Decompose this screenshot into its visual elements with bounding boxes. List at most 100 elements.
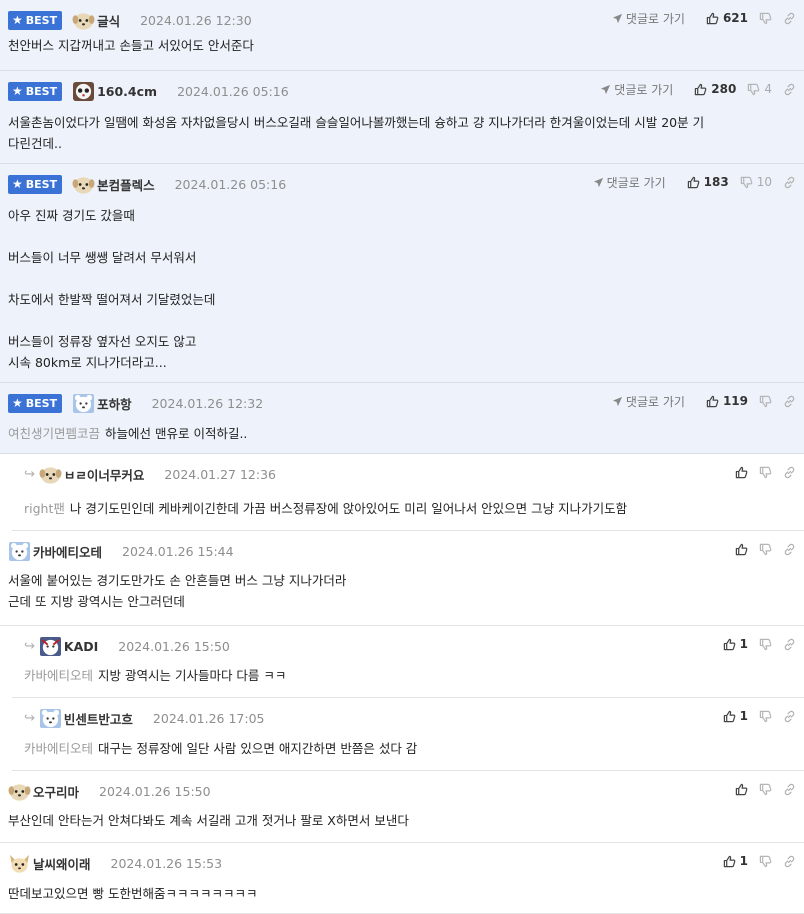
send-arrow-icon	[612, 396, 626, 407]
copy-link-button[interactable]	[783, 176, 796, 189]
best-label: BEST	[25, 13, 58, 27]
link-icon	[783, 710, 796, 723]
thumbs-up-icon	[723, 855, 736, 868]
mention-tag[interactable]: 여친생기면펨코끔	[8, 426, 100, 441]
avatar[interactable]	[39, 708, 62, 729]
author-nickname[interactable]: 날씨왜이래	[33, 854, 91, 873]
dislike-button[interactable]	[759, 466, 772, 479]
copy-link-button[interactable]	[783, 395, 796, 408]
reply-to-label: 댓글로 가기	[614, 82, 674, 97]
comment-line-text: 부산인데 안타는거 안쳐다봐도 계속 서길래 고개 젓거나 팔로 X하면서 보낸…	[8, 813, 409, 828]
avatar[interactable]	[8, 781, 31, 802]
copy-link-button[interactable]	[783, 855, 796, 868]
dislike-button[interactable]	[759, 543, 772, 556]
like-button[interactable]: 280	[694, 82, 736, 96]
dislike-button[interactable]	[759, 783, 772, 796]
copy-link-button[interactable]	[783, 83, 796, 96]
avatar[interactable]	[39, 464, 62, 485]
dislike-count: 4	[764, 82, 772, 96]
comment-header: ↪ 빈센트반고흐 2024.01.26 17:05	[24, 707, 265, 729]
comment-actions: 댓글로 가기 119	[601, 391, 796, 411]
like-button[interactable]: 1	[723, 854, 748, 868]
comment-date: 2024.01.26 17:05	[152, 710, 265, 726]
reply-to-button[interactable]: 댓글로 가기	[612, 10, 685, 27]
author-nickname[interactable]: KADI	[64, 639, 98, 654]
comment-header: ↪ ㅂㄹ이너무커요 2024.01.27 12:36	[24, 463, 276, 485]
like-button[interactable]	[735, 543, 748, 556]
author-nickname[interactable]: 빈센트반고흐	[64, 709, 133, 728]
avatar[interactable]	[72, 10, 95, 31]
avatar[interactable]	[39, 636, 62, 657]
comment-item: ★ BEST 포하항 2024.01.26 12:32 댓글로 가기 119 여친생기면펨코…	[0, 383, 804, 454]
copy-link-button[interactable]	[783, 783, 796, 796]
comment-header: 카바에티오테 2024.01.26 15:44	[8, 540, 234, 562]
comment-text: 서울촌놈이었다가 일땜에 화성옴 자차없을당시 버스오길래 슬슬일어나볼까했는데…	[8, 112, 704, 154]
author-nickname[interactable]: 카바에티오테	[33, 542, 102, 561]
thumbs-down-icon	[759, 395, 772, 408]
author-nickname[interactable]: 본컴플렉스	[97, 175, 155, 194]
author-nickname[interactable]: 160.4cm	[97, 84, 157, 99]
comment-item: 오구리마 2024.01.26 15:50 부산인데 안타는거 안쳐다봐도 계속 서…	[0, 771, 804, 843]
copy-link-button[interactable]	[783, 710, 796, 723]
comment-item: ★ BEST 160.4cm 2024.01.26 05:16 댓글로 가기 280 4 서울…	[0, 71, 804, 164]
reply-to-button[interactable]: 댓글로 가기	[600, 81, 673, 98]
author-nickname[interactable]: 포하항	[97, 394, 132, 413]
dislike-button[interactable]	[759, 12, 772, 25]
dislike-button[interactable]	[759, 855, 772, 868]
comment-text: 천안버스 지갑꺼내고 손들고 서있어도 안서준다	[8, 35, 254, 56]
like-button[interactable]	[735, 783, 748, 796]
comment-line-text: 천안버스 지갑꺼내고 손들고 서있어도 안서준다	[8, 38, 254, 53]
like-button[interactable]: 1	[723, 637, 748, 651]
comment-date: 2024.01.26 15:53	[110, 855, 223, 871]
like-button[interactable]: 621	[706, 11, 748, 25]
like-button[interactable]: 119	[706, 394, 748, 408]
comment-item: 날씨왜이래 2024.01.26 15:53 1 딴데보고있으면 빵 도한번해줌ㅋㅋㅋ…	[0, 843, 804, 914]
best-label: BEST	[25, 177, 58, 191]
comment-line-text: 하늘에선 맨유로 이적하길..	[105, 426, 248, 441]
reply-to-button[interactable]: 댓글로 가기	[612, 393, 685, 410]
comment-item: ★ BEST 본컴플렉스 2024.01.26 05:16 댓글로 가기 183 10 아우 …	[0, 164, 804, 383]
comment-line-text: 나 경기도민인데 케바케이긴한데 가끔 버스정류장에 앉아있어도 미리 일어나서…	[69, 501, 628, 516]
avatar[interactable]	[8, 541, 31, 562]
dislike-button[interactable]	[759, 638, 772, 651]
copy-link-button[interactable]	[783, 638, 796, 651]
like-button[interactable]	[735, 466, 748, 479]
dislike-button[interactable]: 4	[747, 82, 772, 96]
copy-link-button[interactable]	[783, 12, 796, 25]
reply-to-button[interactable]: 댓글로 가기	[593, 174, 666, 191]
avatar[interactable]	[72, 393, 95, 414]
avatar[interactable]	[72, 174, 95, 195]
like-count: 1	[739, 637, 748, 651]
link-icon	[783, 176, 796, 189]
best-badge: ★ BEST	[8, 174, 63, 194]
author-nickname[interactable]: 글식	[97, 11, 120, 30]
avatar[interactable]	[72, 81, 95, 102]
author-nickname[interactable]: 오구리마	[33, 782, 79, 801]
like-button[interactable]: 183	[687, 175, 729, 189]
dislike-button[interactable]	[759, 395, 772, 408]
thumbs-up-icon	[687, 176, 700, 189]
comment-text: 아우 진짜 경기도 갔을때 버스들이 너무 쌩쌩 달려서 무서워서 차도에서 한발짝…	[8, 205, 215, 373]
copy-link-button[interactable]	[783, 543, 796, 556]
comment-line: 서울에 붙어있는 경기도만가도 손 안흔들면 버스 그냥 지나가더라	[8, 570, 346, 591]
reply-to-label: 댓글로 가기	[625, 394, 685, 409]
best-badge: ★ BEST	[8, 10, 63, 30]
comment-line-text: 딴데보고있으면 빵 도한번해줌ㅋㅋㅋㅋㅋㅋㅋㅋ	[8, 886, 258, 901]
like-button[interactable]: 1	[723, 709, 748, 723]
mention-tag[interactable]: right팬	[24, 501, 65, 516]
author-nickname[interactable]: ㅂㄹ이너무커요	[64, 465, 145, 484]
dislike-button[interactable]: 10	[740, 175, 772, 189]
send-arrow-icon	[612, 13, 626, 24]
dislike-button[interactable]	[759, 710, 772, 723]
comment-date: 2024.01.26 15:44	[122, 543, 234, 559]
thumbs-down-icon	[747, 83, 760, 96]
copy-link-button[interactable]	[783, 466, 796, 479]
thumbs-up-icon	[723, 638, 736, 651]
comment-text: 딴데보고있으면 빵 도한번해줌ㅋㅋㅋㅋㅋㅋㅋㅋ	[8, 883, 257, 904]
comment-line: 여친생기면펨코끔 하늘에선 맨유로 이적하길..	[8, 423, 247, 444]
avatar[interactable]	[8, 853, 31, 874]
mention-tag[interactable]: 카바에티오테	[24, 741, 93, 756]
mention-tag[interactable]: 카바에티오테	[24, 668, 93, 683]
reply-arrow-icon: ↪	[24, 710, 35, 726]
comment-line-text: 대구는 정류장에 일단 사람 있으면 애지간하면 반쯤은 섰다 감	[98, 741, 418, 756]
